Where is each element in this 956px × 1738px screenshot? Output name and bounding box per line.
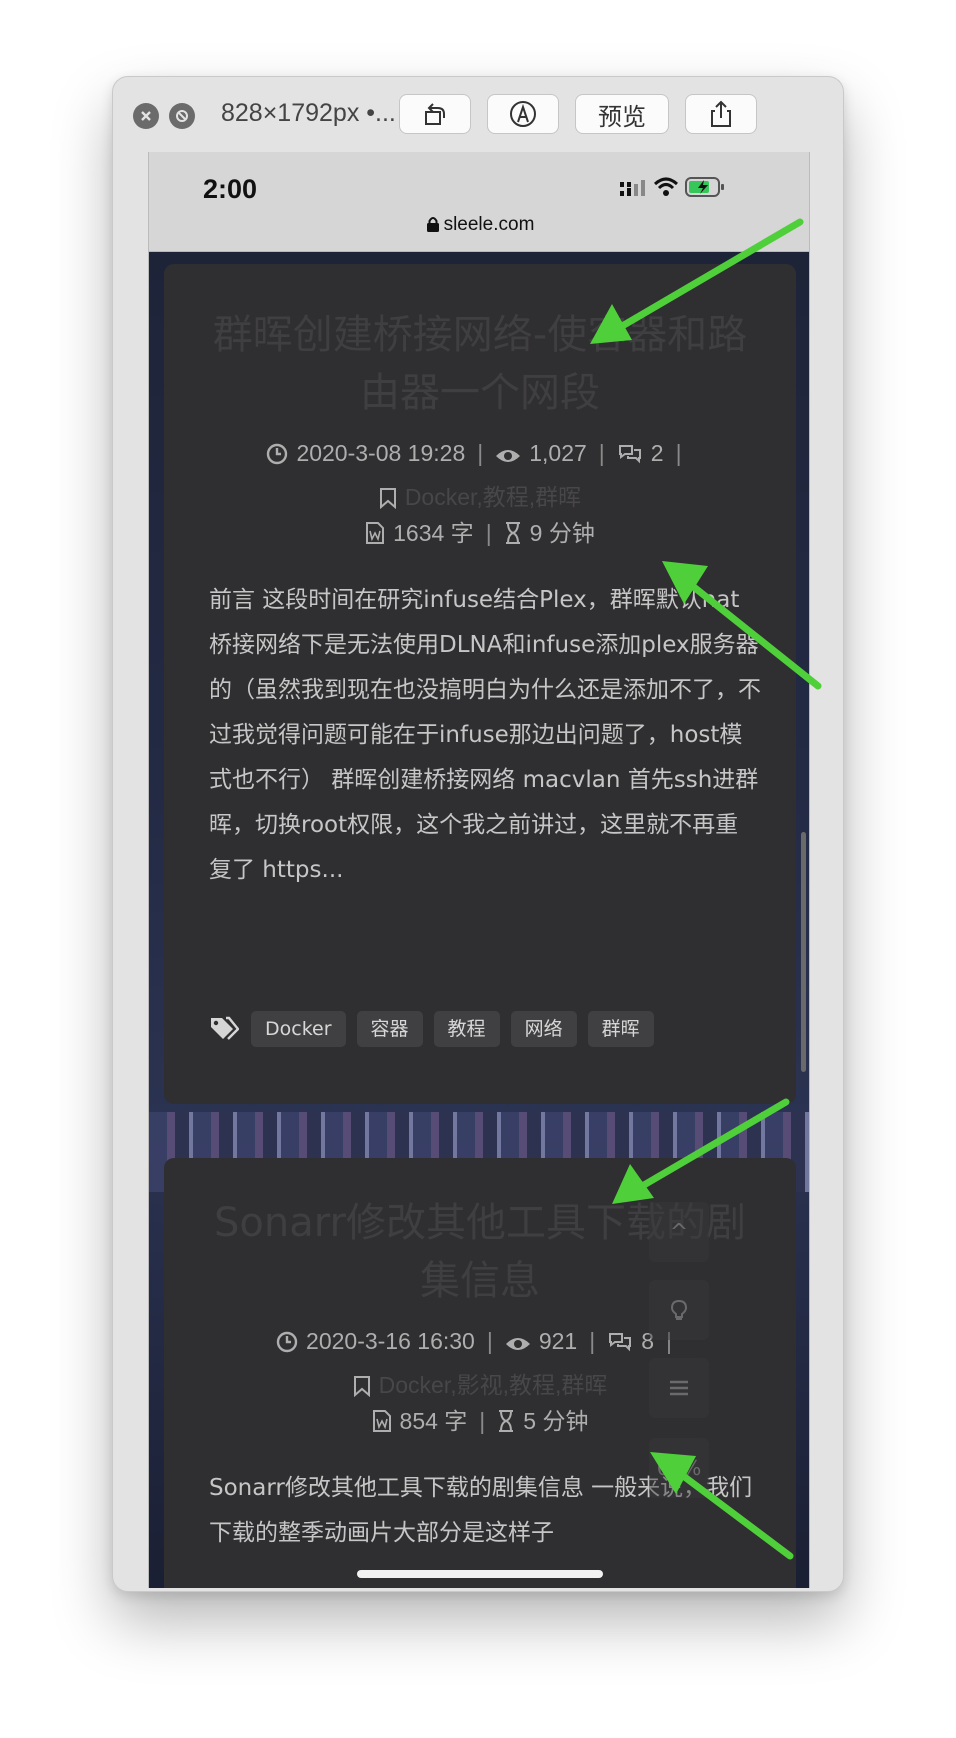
arrow-line (666, 1462, 794, 1560)
annotation-arrows (590, 218, 822, 1560)
arrow-line (608, 218, 804, 336)
arrow-head (650, 1452, 696, 1494)
arrow-line (628, 1098, 790, 1196)
arrow-head (662, 561, 708, 604)
arrow-line (676, 572, 822, 690)
